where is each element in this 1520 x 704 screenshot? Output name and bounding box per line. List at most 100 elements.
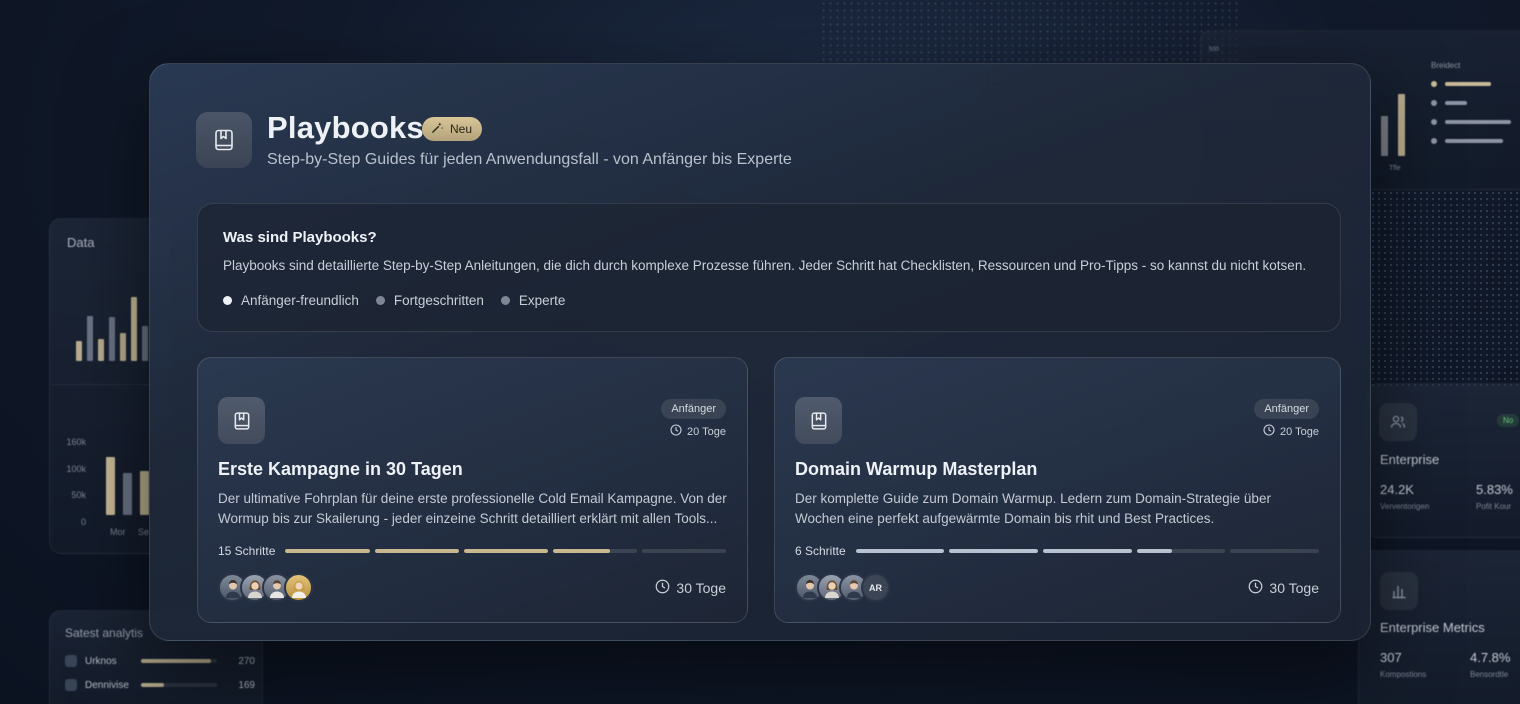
- background-stat-label: Bensordtle: [1470, 670, 1509, 679]
- background-bar: [1398, 94, 1405, 156]
- avatar-group: [218, 573, 313, 602]
- background-stat: 24.2K: [1380, 482, 1414, 497]
- background-row-fill: [141, 659, 211, 663]
- playbooks-modal: Playbooks Neu Step-by-Step Guides für je…: [149, 63, 1371, 641]
- progress-segment: [463, 549, 548, 553]
- steps-progress: 6 Schritte: [795, 544, 1319, 558]
- level-dot: [500, 296, 510, 305]
- background-axis-label: Mor: [110, 527, 126, 537]
- card-description: Der ultimative Fohrplan für deine erste …: [218, 491, 727, 526]
- background-panel-title: Enterprise: [1380, 452, 1440, 467]
- users-icon: [1379, 403, 1417, 441]
- background-row-track: [141, 659, 217, 663]
- background-legend-row: [1431, 100, 1511, 106]
- progress-segment-fill: [285, 549, 370, 553]
- duration-info: 20 Toge: [1263, 424, 1319, 439]
- background-chart-label: 500: [1209, 47, 1220, 53]
- card-description: Der komplette Guide zum Domain Warmup. L…: [795, 491, 1271, 526]
- level-label: Experte: [518, 293, 566, 308]
- duration-info: 20 Toge: [670, 424, 726, 439]
- background-row-icon: [65, 679, 77, 691]
- background-bar: [76, 341, 82, 361]
- what-are-playbooks-card: Was sind Playbooks? Playbooks sind detai…: [197, 203, 1341, 332]
- background-enterprise-panel: No Enterprise 24.2K Verventorigen 5.83% …: [1366, 383, 1520, 538]
- progress-segment-fill: [855, 549, 945, 553]
- duration-label: 30 Toge: [1269, 580, 1319, 596]
- duration-label: 20 Toge: [1280, 425, 1319, 438]
- background-analytics-row: Dennivise 169: [65, 679, 255, 691]
- progress-segment-fill: [949, 549, 1039, 553]
- book-bookmark-icon: [218, 397, 265, 444]
- duration-label: 30 Toge: [676, 580, 726, 596]
- new-badge: Neu: [422, 117, 483, 141]
- background-legend-row: [1431, 81, 1511, 87]
- steps-progress: 15 Schritte: [218, 544, 726, 558]
- background-stat-label: Pofit Kour: [1476, 502, 1512, 511]
- steps-label: 6 Schritte: [795, 544, 846, 558]
- background-dot-pattern-right: [1370, 190, 1520, 390]
- duration-info: 30 Toge: [1248, 579, 1319, 597]
- background-bar: [120, 333, 126, 361]
- progress-segment: [1043, 549, 1132, 553]
- progress-segment: [949, 549, 1039, 553]
- clock-icon: [670, 424, 682, 439]
- info-title: Was sind Playbooks?: [223, 229, 377, 246]
- background-stat: 4.7.8%: [1470, 650, 1511, 665]
- playbook-card-domain-warmup[interactable]: Anfänger 20 Toge Domain Warmup Masterpla…: [774, 357, 1341, 623]
- background-stat: 5.83%: [1476, 482, 1513, 497]
- level-badge: Anfänger: [661, 399, 726, 419]
- background-panel-title: Data: [67, 235, 95, 250]
- background-bar: [131, 297, 137, 361]
- background-metrics-panel: Enterprise Metrics 307 Kompostions 4.7.8…: [1358, 550, 1520, 704]
- new-badge-label: Neu: [450, 122, 473, 136]
- background-legend-row: [1431, 138, 1511, 144]
- background-bar: [142, 326, 148, 361]
- progress-segments: [285, 549, 726, 553]
- background-analytics-row: Urknos 270: [65, 655, 255, 667]
- background-bar: [123, 473, 132, 515]
- card-title: Domain Warmup Masterplan: [795, 459, 1038, 479]
- avatar: [284, 573, 313, 602]
- level-label: Anfänger-freundlich: [241, 293, 359, 308]
- progress-segment: [1136, 549, 1226, 553]
- background-row-icon: [65, 655, 77, 667]
- clock-icon: [1248, 579, 1263, 597]
- playbook-card-first-campaign[interactable]: Anfänger 20 Toge Erste Kampagne in 30 Ta…: [197, 357, 748, 623]
- background-row-name: Dennivise: [85, 679, 129, 691]
- level-dot: [223, 296, 232, 305]
- level-advanced: Fortgeschritten: [375, 293, 484, 308]
- steps-label: 15 Schritte: [218, 544, 276, 558]
- progress-segment-fill: [374, 549, 459, 553]
- background-bar: [1381, 116, 1388, 156]
- progress-segments: [855, 549, 1319, 553]
- background-axis-label: Se: [138, 527, 150, 537]
- progress-segment: [641, 549, 726, 553]
- background-panel-title: Satest analytis: [65, 626, 144, 640]
- background-chart-label: Tfle: [1389, 165, 1401, 172]
- clock-icon: [655, 579, 670, 597]
- background-row-track: [141, 683, 217, 687]
- background-bar-chart: [76, 289, 148, 361]
- progress-segment: [855, 549, 945, 553]
- background-stat: 307: [1380, 650, 1402, 665]
- level-badge: Anfänger: [1254, 399, 1319, 419]
- avatar-initials: AR: [861, 573, 890, 602]
- background-panel-title: Enterprise Metrics: [1380, 620, 1485, 635]
- background-bar: [98, 339, 104, 361]
- progress-segment: [285, 549, 370, 553]
- background-row-value: 270: [238, 655, 255, 667]
- info-description: Playbooks sind detaillierte Step-by-Step…: [223, 258, 1307, 273]
- background-tick: 100k: [66, 463, 86, 474]
- background-bar-chart-2: [106, 455, 149, 515]
- page-title: Playbooks: [267, 110, 424, 145]
- background-tick: 50k: [71, 490, 86, 500]
- clock-icon: [1263, 424, 1275, 439]
- background-bar: [109, 317, 115, 361]
- background-bar: [140, 471, 149, 515]
- background-panel-title: Breidect: [1431, 61, 1461, 70]
- progress-segment-fill: [1043, 549, 1132, 553]
- progress-segment: [1230, 549, 1319, 553]
- status-badge: No: [1497, 414, 1520, 427]
- background-bar-chart-3: [1381, 86, 1405, 156]
- level-beginner: Anfänger-freundlich: [223, 293, 359, 308]
